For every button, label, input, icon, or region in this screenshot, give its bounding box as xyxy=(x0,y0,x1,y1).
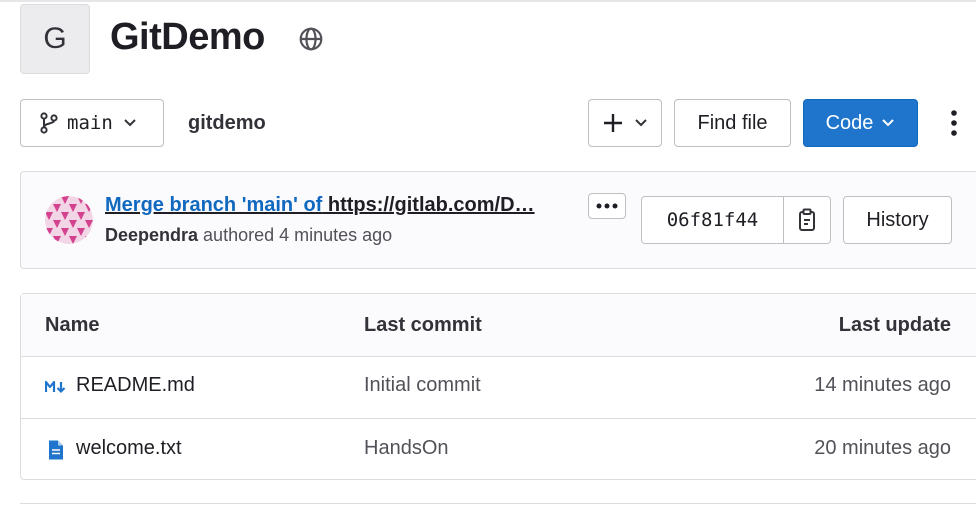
file-name-link[interactable]: welcome.txt xyxy=(76,437,182,460)
add-button[interactable] xyxy=(588,99,662,147)
commit-sha[interactable]: 06f81f44 xyxy=(642,197,784,243)
column-header-name: Name xyxy=(45,314,100,336)
markdown-icon xyxy=(45,380,66,394)
file-commit-link[interactable]: HandsOn xyxy=(364,437,449,460)
find-file-button[interactable]: Find file xyxy=(674,99,791,147)
breadcrumb-repo[interactable]: gitdemo xyxy=(188,112,266,135)
globe-icon xyxy=(299,27,323,51)
section-divider xyxy=(20,503,976,504)
file-text-icon xyxy=(49,440,63,460)
table-row[interactable]: welcome.txt HandsOn 20 minutes ago xyxy=(21,419,976,481)
file-commit-link[interactable]: Initial commit xyxy=(364,374,481,397)
commit-time: authored 4 minutes ago xyxy=(198,225,393,245)
column-header-last-commit: Last commit xyxy=(364,314,482,336)
author-avatar[interactable] xyxy=(45,196,93,244)
top-border xyxy=(0,0,976,2)
history-button[interactable]: History xyxy=(843,196,952,244)
plus-icon xyxy=(604,114,622,132)
commit-title-lead[interactable]: Merge branch 'main' of xyxy=(105,194,322,216)
table-header: Name Last commit Last update xyxy=(21,294,976,357)
code-button-label: Code xyxy=(825,111,874,134)
chevron-down-icon xyxy=(635,119,647,127)
commit-author[interactable]: Deependra xyxy=(105,225,198,245)
column-header-last-update: Last update xyxy=(838,314,951,336)
file-updated: 20 minutes ago xyxy=(814,437,951,459)
copy-sha-button[interactable] xyxy=(784,197,830,243)
copy-icon xyxy=(799,208,815,231)
kebab-vertical-icon[interactable] xyxy=(944,108,964,138)
commit-meta: Deependra authored 4 minutes ago xyxy=(105,225,392,246)
last-commit-panel xyxy=(20,171,976,269)
chevron-down-icon xyxy=(124,119,136,127)
branch-selector[interactable]: main xyxy=(20,99,164,147)
commit-title-link[interactable]: Merge branch 'main' of https://gitlab.co… xyxy=(105,194,575,217)
project-avatar[interactable]: G xyxy=(20,4,90,74)
table-row[interactable]: README.md Initial commit 14 minutes ago xyxy=(21,356,976,419)
project-title[interactable]: GitDemo xyxy=(110,16,265,59)
file-name-link[interactable]: README.md xyxy=(76,374,195,397)
file-table: Name Last commit Last update README.md I… xyxy=(20,293,976,480)
ellipsis-icon xyxy=(596,203,618,209)
commit-title-rest[interactable]: https://gitlab.com/D… xyxy=(322,194,535,216)
branch-name: main xyxy=(67,112,113,134)
chevron-down-icon xyxy=(882,119,895,127)
branch-icon xyxy=(40,112,58,134)
toggle-commit-description-button[interactable] xyxy=(588,193,626,219)
code-button[interactable]: Code xyxy=(803,99,918,147)
file-updated: 14 minutes ago xyxy=(814,374,951,396)
commit-sha-group: 06f81f44 xyxy=(641,196,831,244)
